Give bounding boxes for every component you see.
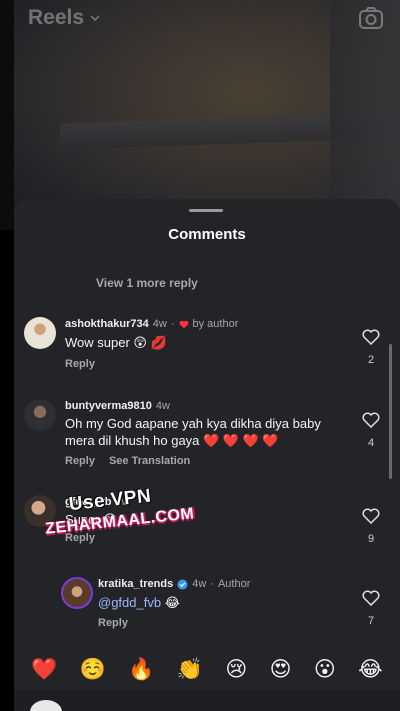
reply-actions: Reply bbox=[98, 617, 128, 629]
chevron-down-icon bbox=[90, 15, 100, 22]
reply-username[interactable]: kratika_trends bbox=[98, 578, 173, 590]
reels-title: Reels bbox=[28, 6, 85, 29]
emoji-clap-button[interactable]: 👏 bbox=[177, 659, 203, 680]
heart-outline-icon[interactable] bbox=[362, 329, 380, 346]
like-count: 4 bbox=[367, 437, 375, 449]
emoji-heart-eyes-button[interactable]: 😍 bbox=[270, 659, 292, 680]
avatar[interactable] bbox=[24, 399, 56, 431]
scroll-fade bbox=[14, 249, 400, 261]
reply-text: @gfdd_fvb 😂 bbox=[98, 594, 180, 611]
comment-meta: buntyverma9810 4w bbox=[65, 400, 170, 412]
scrollbar[interactable] bbox=[389, 344, 392, 479]
heart-outline-icon[interactable] bbox=[362, 508, 380, 525]
reels-header[interactable]: Reels bbox=[28, 6, 100, 30]
avatar[interactable] bbox=[61, 577, 93, 609]
heart-filled-icon bbox=[179, 320, 188, 328]
emoji-smile-button[interactable]: ☺️ bbox=[80, 659, 106, 680]
reply-meta: kratika_trends 4w · Author bbox=[98, 578, 250, 590]
reel-video-background[interactable] bbox=[0, 0, 400, 230]
dot-separator: · bbox=[170, 318, 175, 330]
sheet-grabber[interactable] bbox=[189, 209, 223, 212]
heart-outline-icon[interactable] bbox=[362, 412, 380, 429]
emoji-reaction-bar: ❤️ ☺️ 🔥 👏 😢 😍 😮 😂 bbox=[14, 648, 400, 690]
emoji-cry-button[interactable]: 😢 bbox=[225, 659, 247, 680]
emoji-heart-button[interactable]: ❤️ bbox=[31, 659, 57, 680]
comment-text: Oh my God aapane yah kya dikha diya baby… bbox=[65, 416, 321, 448]
verified-badge-icon bbox=[177, 578, 188, 590]
emoji-surprised-button[interactable]: 😮 bbox=[314, 659, 336, 680]
author-tag: Author bbox=[217, 578, 251, 590]
reply-time: 4w bbox=[192, 578, 207, 590]
mention-link[interactable]: @gfdd_fvb bbox=[98, 595, 161, 610]
comment-input-bar[interactable] bbox=[14, 690, 400, 711]
comment-username[interactable]: buntyverma9810 bbox=[65, 400, 152, 412]
avatar[interactable] bbox=[24, 317, 56, 349]
like-count: 2 bbox=[367, 354, 375, 366]
comments-sheet: Comments View 1 more reply ashokthakur73… bbox=[14, 199, 400, 711]
reply-emoji: 😂 bbox=[164, 595, 180, 610]
comment-text: Wow super 😲 💋 bbox=[65, 335, 167, 350]
heart-outline-icon[interactable] bbox=[362, 590, 380, 607]
reply-button[interactable]: Reply bbox=[65, 358, 95, 370]
like-control[interactable]: 2 bbox=[361, 329, 381, 366]
sheet-title: Comments bbox=[168, 226, 246, 243]
like-control[interactable]: 4 bbox=[361, 412, 381, 449]
video-wall-shape bbox=[330, 0, 400, 230]
comment-actions: Reply See Translation bbox=[65, 455, 190, 467]
comment-username[interactable]: ashokthakur734 bbox=[65, 318, 149, 330]
liked-by-author-label: by author bbox=[192, 318, 239, 330]
like-control[interactable]: 7 bbox=[361, 590, 381, 627]
emoji-fire-button[interactable]: 🔥 bbox=[128, 659, 154, 680]
view-more-replies-link[interactable]: View 1 more reply bbox=[96, 276, 198, 290]
video-edge-shadow bbox=[0, 0, 14, 230]
comment-actions: Reply bbox=[65, 358, 95, 370]
like-count: 7 bbox=[367, 615, 375, 627]
emoji-laugh-button[interactable]: 😂 bbox=[358, 659, 383, 680]
comment-meta: ashokthakur734 4w · by author bbox=[65, 318, 238, 330]
like-control[interactable]: 9 bbox=[361, 508, 381, 545]
reply-button[interactable]: Reply bbox=[65, 455, 95, 467]
see-translation-button[interactable]: See Translation bbox=[109, 455, 190, 467]
comment-time: 4w bbox=[155, 400, 170, 412]
reply-button[interactable]: Reply bbox=[98, 617, 128, 629]
comment-time: 4w bbox=[152, 318, 167, 330]
camera-icon[interactable] bbox=[358, 6, 384, 30]
like-count: 9 bbox=[367, 533, 375, 545]
dot-separator: · bbox=[210, 578, 214, 590]
